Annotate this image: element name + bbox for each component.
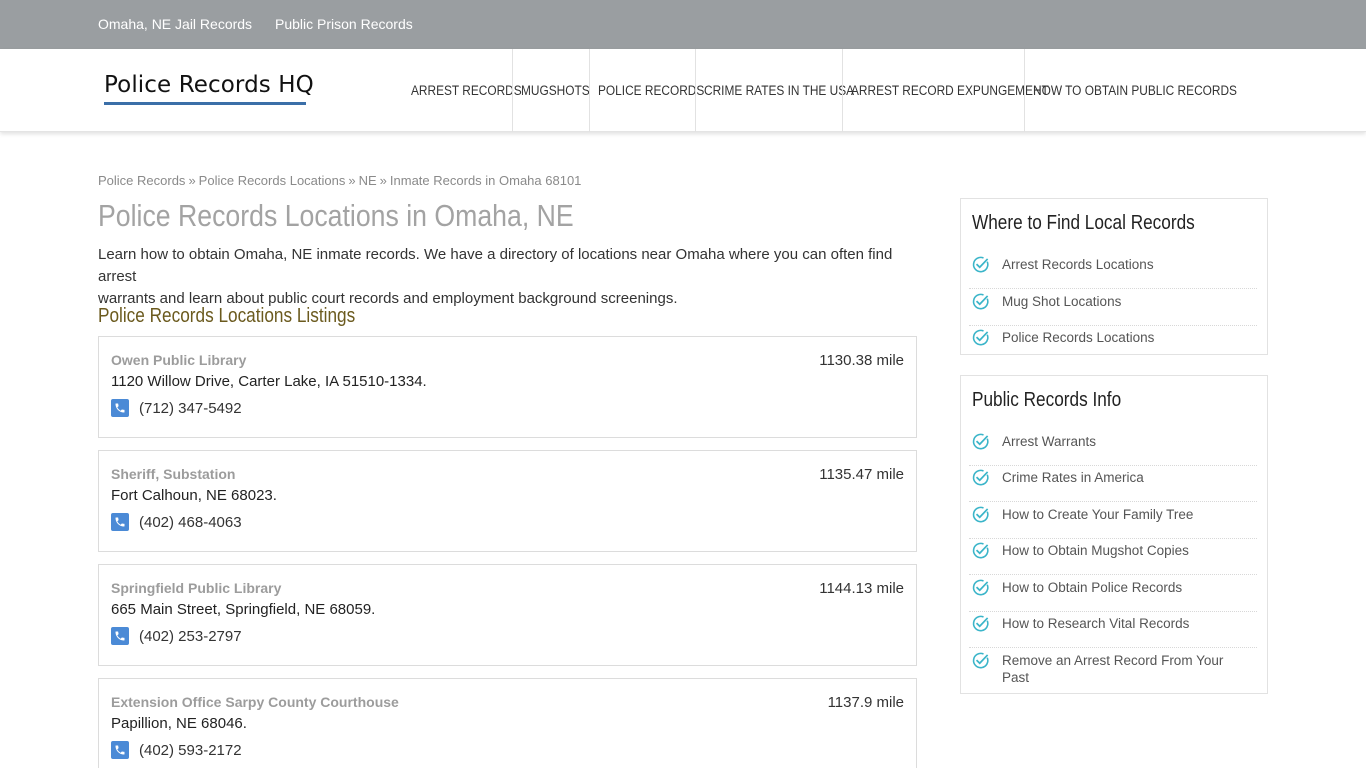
nav-divider <box>695 49 696 132</box>
phone-icon <box>111 399 129 417</box>
listing-distance: 1137.9 mile <box>827 694 904 711</box>
sidebar-item-family-tree[interactable]: How to Create Your Family Tree <box>969 505 1257 539</box>
logo-underline <box>104 102 306 105</box>
sidebar-item-label: How to Obtain Police Records <box>1002 580 1183 595</box>
check-circle-icon <box>972 579 989 596</box>
sidebar-item-label: Remove an Arrest Record From Your Past <box>1002 653 1224 685</box>
topbar-link-jail-records[interactable]: Omaha, NE Jail Records <box>98 16 252 32</box>
sidebar-item-label: Police Records Locations <box>1002 330 1155 345</box>
top-bar: Omaha, NE Jail Records Public Prison Rec… <box>0 0 1366 49</box>
nav-divider <box>1024 49 1025 132</box>
listing-name[interactable]: Extension Office Sarpy County Courthouse <box>111 694 399 710</box>
listing-address: Papillion, NE 68046. <box>111 715 247 732</box>
nav-obtain-public-records[interactable]: HOW TO OBTAIN PUBLIC RECORDS <box>1033 49 1237 132</box>
breadcrumb-police-records[interactable]: Police Records <box>98 173 185 188</box>
breadcrumb-ne[interactable]: NE <box>359 173 377 188</box>
listing-phone[interactable]: (402) 468-4063 <box>139 514 242 531</box>
nav-crime-rates[interactable]: CRIME RATES IN THE USA <box>704 49 854 132</box>
check-circle-icon <box>972 652 989 669</box>
breadcrumb-separator: » <box>348 173 356 188</box>
check-circle-icon <box>972 433 989 450</box>
sidebar-item-remove-arrest-record[interactable]: Remove an Arrest Record From Your Past <box>969 651 1257 691</box>
check-circle-icon <box>972 293 989 310</box>
sidebar-item-police-locations[interactable]: Police Records Locations <box>969 328 1257 352</box>
sidebar-item-crime-rates[interactable]: Crime Rates in America <box>969 468 1257 502</box>
breadcrumb-separator: » <box>379 173 387 188</box>
listing-card: Springfield Public Library 1144.13 mile … <box>98 564 917 666</box>
phone-icon <box>111 627 129 645</box>
check-circle-icon <box>972 506 989 523</box>
breadcrumb-separator: » <box>188 173 196 188</box>
topbar-link-prison-records[interactable]: Public Prison Records <box>275 16 413 32</box>
breadcrumb: Police Records» Police Records Locations»… <box>98 173 581 188</box>
sidebar-item-arrest-warrants[interactable]: Arrest Warrants <box>969 432 1257 466</box>
sidebar-item-mugshot-locations[interactable]: Mug Shot Locations <box>969 292 1257 326</box>
nav-arrest-records[interactable]: ARREST RECORDS <box>411 49 522 132</box>
breadcrumb-current: Inmate Records in Omaha 68101 <box>389 173 582 188</box>
sidebar-item-vital-records[interactable]: How to Research Vital Records <box>969 614 1257 648</box>
sidebar-item-label: How to Research Vital Records <box>1002 616 1190 631</box>
intro-text: Learn how to obtain Omaha, NE inmate rec… <box>98 244 928 310</box>
sidebar-public-records-info: Public Records Info Arrest Warrants Crim… <box>960 375 1268 694</box>
listing-phone[interactable]: (402) 593-2172 <box>139 742 242 759</box>
site-logo[interactable]: Police Records HQ <box>104 72 314 98</box>
listing-distance: 1144.13 mile <box>819 580 904 597</box>
listing-name[interactable]: Sheriff, Substation <box>111 466 235 482</box>
page-title: Police Records Locations in Omaha, NE <box>98 198 574 233</box>
listing-name[interactable]: Owen Public Library <box>111 352 246 368</box>
listing-card: Sheriff, Substation 1135.47 mile Fort Ca… <box>98 450 917 552</box>
listing-address: 1120 Willow Drive, Carter Lake, IA 51510… <box>111 373 427 390</box>
nav-mugshots[interactable]: MUGSHOTS <box>521 49 590 132</box>
listings-title: Police Records Locations Listings <box>98 305 356 327</box>
listing-name[interactable]: Springfield Public Library <box>111 580 281 596</box>
sidebar-item-label: Arrest Records Locations <box>1002 257 1154 272</box>
sidebar-item-label: Crime Rates in America <box>1002 470 1144 485</box>
listing-distance: 1135.47 mile <box>819 466 904 483</box>
phone-icon <box>111 513 129 531</box>
intro-line-1: Learn how to obtain Omaha, NE inmate rec… <box>98 246 893 285</box>
nav-police-records[interactable]: POLICE RECORDS <box>598 49 704 132</box>
sidebar-item-label: How to Create Your Family Tree <box>1002 507 1194 522</box>
sidebar-item-mugshot-copies[interactable]: How to Obtain Mugshot Copies <box>969 541 1257 575</box>
sidebar-item-label: How to Obtain Mugshot Copies <box>1002 543 1189 558</box>
listing-phone[interactable]: (712) 347-5492 <box>139 400 242 417</box>
nav-divider <box>512 49 513 132</box>
listing-card: Owen Public Library 1130.38 mile 1120 Wi… <box>98 336 917 438</box>
sidebar-item-arrest-locations[interactable]: Arrest Records Locations <box>969 255 1257 289</box>
check-circle-icon <box>972 542 989 559</box>
check-circle-icon <box>972 256 989 273</box>
nav-divider <box>842 49 843 132</box>
sidebar-item-label: Mug Shot Locations <box>1002 294 1122 309</box>
sidebar-item-police-records[interactable]: How to Obtain Police Records <box>969 578 1257 612</box>
listing-phone[interactable]: (402) 253-2797 <box>139 628 242 645</box>
sidebar-item-label: Arrest Warrants <box>1002 434 1097 449</box>
listing-address: 665 Main Street, Springfield, NE 68059. <box>111 601 376 618</box>
nav-divider <box>589 49 590 132</box>
listing-address: Fort Calhoun, NE 68023. <box>111 487 277 504</box>
listing-distance: 1130.38 mile <box>819 352 904 369</box>
sidebar-title: Where to Find Local Records <box>972 212 1195 234</box>
sidebar-local-records: Where to Find Local Records Arrest Recor… <box>960 198 1268 355</box>
sidebar-title: Public Records Info <box>972 389 1122 411</box>
check-circle-icon <box>972 329 989 346</box>
listing-card: Extension Office Sarpy County Courthouse… <box>98 678 917 768</box>
check-circle-icon <box>972 469 989 486</box>
check-circle-icon <box>972 615 989 632</box>
nav-expungement[interactable]: ARREST RECORD EXPUNGEMENT <box>851 49 1049 132</box>
phone-icon <box>111 741 129 759</box>
breadcrumb-locations[interactable]: Police Records Locations <box>199 173 346 188</box>
